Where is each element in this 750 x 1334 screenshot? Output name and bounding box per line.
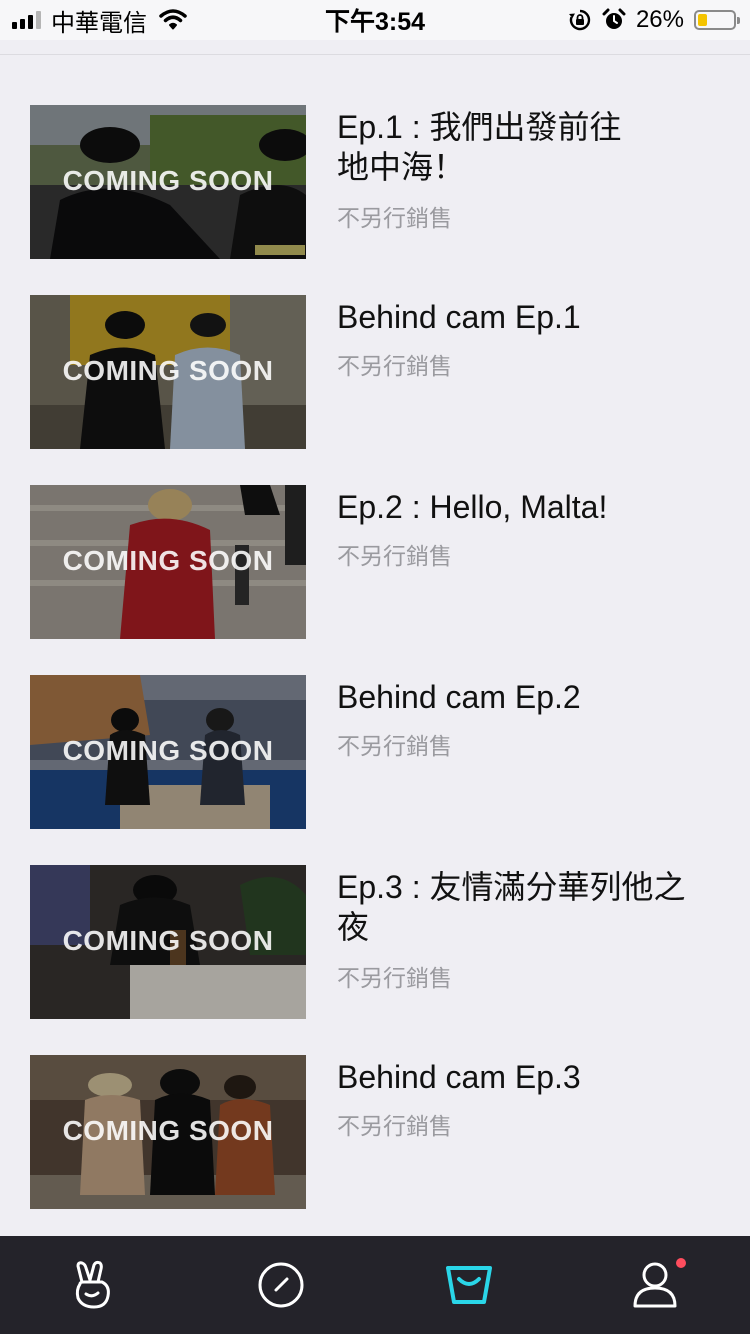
coming-soon-badge: COMING SOON bbox=[62, 355, 274, 386]
episode-thumbnail[interactable]: COMING SOON bbox=[30, 295, 306, 449]
coming-soon-badge: COMING SOON bbox=[62, 1115, 274, 1146]
list-item[interactable]: COMING SOON Behind cam Ep.1 不另行銷售 bbox=[30, 295, 720, 449]
tab-home[interactable] bbox=[68, 1260, 118, 1310]
episode-title[interactable]: Ep.2 : Hello, Malta! bbox=[337, 487, 717, 527]
profile-icon bbox=[633, 1262, 677, 1308]
episode-thumbnail[interactable]: COMING SOON bbox=[30, 865, 306, 1019]
coming-soon-badge: COMING SOON bbox=[62, 925, 274, 956]
episode-subtitle: 不另行銷售 bbox=[337, 965, 452, 991]
list-item[interactable]: COMING SOON Ep.1 : 我們出發前往地中海！ 不另行銷售 bbox=[30, 105, 720, 259]
episode-title[interactable]: Behind cam Ep.2 bbox=[337, 677, 717, 717]
episode-title[interactable]: Ep.3 : 友情滿分華列他之夜 bbox=[337, 867, 717, 947]
store-basket-icon bbox=[446, 1266, 492, 1304]
rotation-lock-icon bbox=[568, 9, 591, 31]
notification-dot bbox=[676, 1258, 686, 1268]
battery-icon bbox=[694, 10, 740, 30]
vlive-hand-icon bbox=[75, 1260, 110, 1309]
episode-subtitle: 不另行銷售 bbox=[337, 543, 452, 569]
list-item[interactable]: COMING SOON Ep.3 : 友情滿分華列他之夜 不另行銷售 bbox=[30, 865, 720, 1019]
episode-title[interactable]: Behind cam Ep.1 bbox=[337, 297, 717, 337]
tab-explore[interactable] bbox=[256, 1260, 306, 1310]
episode-thumbnail[interactable]: COMING SOON bbox=[30, 1055, 306, 1209]
episode-subtitle: 不另行銷售 bbox=[337, 1113, 452, 1139]
coming-soon-badge: COMING SOON bbox=[62, 735, 274, 766]
episode-subtitle: 不另行銷售 bbox=[337, 205, 452, 231]
coming-soon-badge: COMING SOON bbox=[62, 545, 274, 576]
battery-percent: 26% bbox=[635, 6, 684, 33]
tab-profile[interactable] bbox=[630, 1258, 686, 1310]
episode-title[interactable]: Ep.1 : 我們出發前往地中海！ bbox=[337, 107, 647, 187]
coming-soon-badge: COMING SOON bbox=[62, 165, 274, 196]
episode-thumbnail[interactable]: COMING SOON bbox=[30, 485, 306, 639]
bottom-tab-bar bbox=[0, 1236, 750, 1334]
episode-subtitle: 不另行銷售 bbox=[337, 353, 452, 379]
header-divider bbox=[0, 54, 750, 55]
list-item[interactable]: COMING SOON Behind cam Ep.3 不另行銷售 bbox=[30, 1055, 720, 1209]
list-item[interactable]: COMING SOON Behind cam Ep.2 不另行銷售 bbox=[30, 675, 720, 829]
alarm-icon bbox=[602, 8, 626, 29]
compass-icon bbox=[258, 1262, 304, 1308]
tab-store[interactable] bbox=[444, 1260, 494, 1310]
episode-thumbnail[interactable]: COMING SOON bbox=[30, 105, 306, 259]
list-item[interactable]: COMING SOON Ep.2 : Hello, Malta! 不另行銷售 bbox=[30, 485, 720, 639]
status-right: 26% bbox=[568, 0, 740, 40]
status-bar: 中華電信 下午3:54 26% bbox=[0, 0, 750, 40]
battery-fill bbox=[698, 14, 707, 26]
episode-thumbnail[interactable]: COMING SOON bbox=[30, 675, 306, 829]
episode-title[interactable]: Behind cam Ep.3 bbox=[337, 1057, 717, 1097]
episode-subtitle: 不另行銷售 bbox=[337, 733, 452, 759]
